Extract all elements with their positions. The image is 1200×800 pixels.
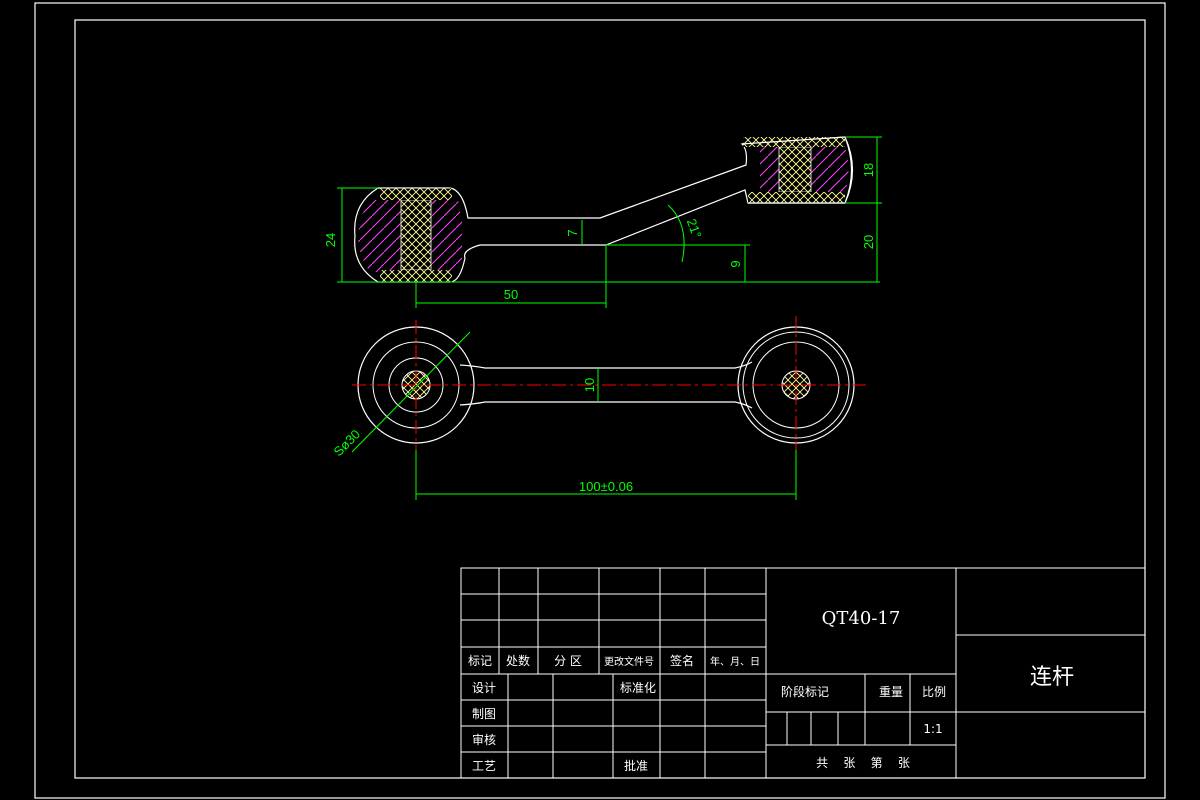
left-boss-top-rim: [380, 188, 452, 200]
dim-10-label: 10: [582, 378, 597, 392]
material-label: QT40-17: [822, 608, 901, 629]
std-label: 标准化: [620, 681, 656, 695]
top-view: 10 Sø30 100±0.06: [331, 316, 870, 500]
left-boss-bushing: [400, 199, 432, 271]
role-design: 设计: [472, 681, 496, 695]
dim-21-label: 21°: [684, 217, 705, 241]
stage-label: 阶段标记: [781, 684, 829, 699]
dim-s30-label: Sø30: [331, 427, 364, 460]
role-check: 审核: [472, 732, 496, 747]
sheets-label: 共 张 第 张: [816, 756, 910, 770]
dim-24-label: 24: [323, 233, 338, 247]
dim-18-label: 18: [861, 163, 876, 177]
dim-20-label: 20: [861, 235, 876, 249]
right-boss-bottom-rim: [748, 192, 845, 203]
role-process: 工艺: [472, 759, 496, 773]
dim-9-label: 9: [728, 260, 743, 267]
rev-header-count: 处数: [506, 653, 530, 668]
rev-header-zone: 分 区: [554, 654, 582, 668]
weight-label: 重量: [879, 685, 903, 699]
rev-header-date: 年、月、日: [710, 655, 760, 668]
role-draw: 制图: [472, 707, 496, 721]
approve-label: 批准: [624, 758, 648, 773]
title-block-text: 标记 处数 分 区 更改文件号 签名 年、月、日 设计 制图 审核 工艺 标准化…: [468, 608, 1074, 773]
rev-header-mark: 标记: [468, 654, 492, 668]
sheet-border: [34, 2, 1166, 799]
dim-7-label: 7: [565, 229, 580, 236]
rev-header-doc: 更改文件号: [604, 655, 654, 668]
left-boss-bottom-rim: [380, 270, 452, 282]
scale-label: 比例: [922, 685, 946, 699]
rev-header-sign: 签名: [670, 653, 694, 668]
cad-drawing: 24 7 21° 9 18 20 50 10 Sø30 100±0.06 标记 …: [34, 2, 1166, 799]
dim-100-label: 100±0.06: [579, 479, 633, 494]
front-view: 24 7 21° 9 18 20 50: [323, 136, 882, 308]
dim-angle-arc: [667, 204, 685, 263]
right-boss-bushing: [778, 146, 812, 193]
scale-value: 1:1: [923, 722, 942, 736]
dim-50-label: 50: [504, 287, 518, 302]
part-name: 连杆: [1030, 665, 1074, 690]
